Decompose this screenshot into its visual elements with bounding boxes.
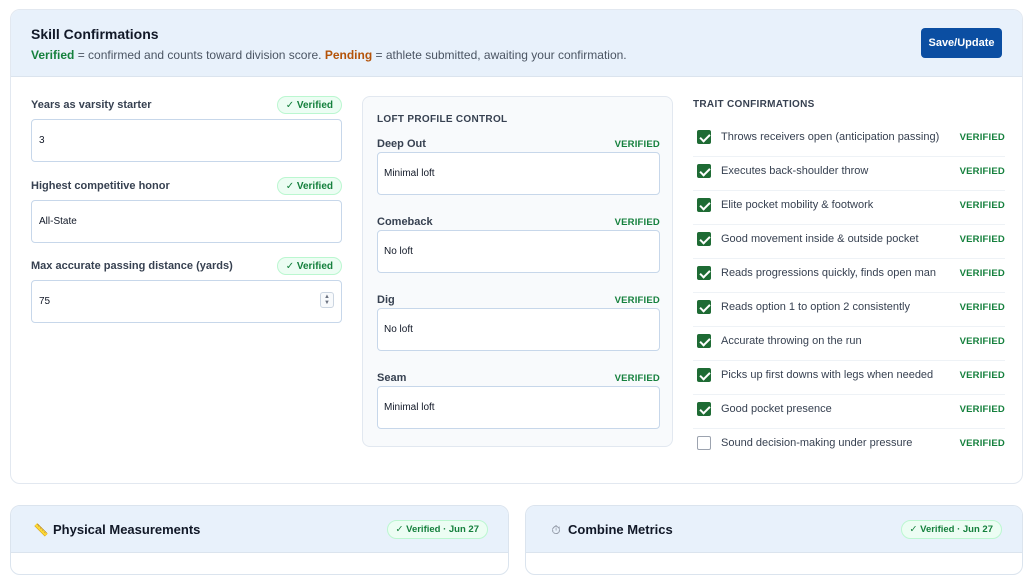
field-label: Highest competitive honor (31, 180, 170, 192)
input-value: No loft (384, 246, 413, 257)
years-starter-input[interactable]: 3 (31, 119, 342, 162)
status-badge: VERIFIED (959, 336, 1005, 347)
legend-pending-text: = athlete submitted, awaiting your confi… (372, 48, 627, 62)
trait-label: Accurate throwing on the run (721, 335, 862, 347)
trait-checkbox[interactable] (697, 232, 711, 246)
deep-out-input[interactable]: Minimal loft (377, 152, 660, 195)
input-value: Minimal loft (384, 168, 435, 179)
trait-row: Picks up first downs with legs when need… (693, 361, 1005, 395)
verified-badge: ✓ Verified · Jun 27 (900, 520, 1002, 539)
loft-label: Comeback (377, 216, 433, 228)
trait-label: Reads option 1 to option 2 consistently (721, 301, 910, 313)
save-update-button[interactable]: Save/Update (921, 28, 1002, 58)
trait-label: Good pocket presence (721, 403, 832, 415)
trait-checkbox[interactable] (697, 300, 711, 314)
trait-checkbox[interactable] (697, 402, 711, 416)
card-header[interactable]: 📏 Physical Measurements ✓ Verified · Jun… (11, 506, 508, 553)
trait-label: Elite pocket mobility & footwork (721, 199, 874, 211)
ruler-icon: 📏 (33, 523, 49, 537)
verified-badge: ✓ Verified (276, 257, 342, 275)
input-value: All-State (39, 216, 77, 227)
seam-input[interactable]: Minimal loft (377, 386, 660, 429)
status-badge: VERIFIED (959, 200, 1005, 211)
trait-row: Executes back-shoulder throw VERIFIED (693, 157, 1005, 191)
legend-pending: Pending (324, 48, 373, 62)
loft-profile-panel: LOFT PROFILE CONTROL Deep Out VERIFIED M… (362, 96, 673, 447)
trait-label: Throws receivers open (anticipation pass… (721, 131, 940, 143)
loft-label: Seam (377, 372, 407, 384)
skill-confirmations-card: Skill Confirmations Verified = confirmed… (10, 9, 1023, 484)
traits-title: TRAIT CONFIRMATIONS (693, 99, 815, 110)
competitive-honor-input[interactable]: All-State (31, 200, 342, 243)
stopwatch-icon: ⏱ (551, 522, 561, 537)
comeback-input[interactable]: No loft (377, 230, 660, 273)
trait-row: Elite pocket mobility & footwork VERIFIED (693, 191, 1005, 225)
status-badge: VERIFIED (614, 217, 660, 228)
status-badge: VERIFIED (614, 373, 660, 384)
status-badge: VERIFIED (959, 404, 1005, 415)
card-title: Combine Metrics (568, 522, 673, 537)
trait-row: Reads progressions quickly, finds open m… (693, 259, 1005, 293)
status-badge: VERIFIED (614, 295, 660, 306)
input-value: Minimal loft (384, 402, 435, 413)
trait-checkbox[interactable] (697, 334, 711, 348)
loft-label: Dig (377, 294, 395, 306)
card-header[interactable]: ⏱ Combine Metrics ✓ Verified · Jun 27 (526, 506, 1022, 553)
status-badge: VERIFIED (959, 234, 1005, 245)
trait-label: Sound decision-making under pressure (721, 437, 913, 449)
status-badge: VERIFIED (959, 302, 1005, 313)
status-badge: VERIFIED (959, 268, 1005, 279)
status-badge: VERIFIED (959, 370, 1005, 381)
trait-label: Good movement inside & outside pocket (721, 233, 919, 245)
verified-badge: ✓ Verified (276, 177, 342, 195)
legend-verified-text: = confirmed and counts toward division s… (74, 48, 325, 62)
trait-row: Good movement inside & outside pocket VER… (693, 225, 1005, 259)
trait-label: Executes back-shoulder throw (721, 165, 869, 177)
verified-badge: ✓ Verified (276, 96, 342, 114)
combine-metrics-card: ⏱ Combine Metrics ✓ Verified · Jun 27 (525, 505, 1023, 575)
trait-label: Picks up first downs with legs when need… (721, 369, 934, 381)
trait-checkbox[interactable] (697, 368, 711, 382)
chevron-down-icon[interactable]: ▼ (324, 300, 330, 306)
status-badge: VERIFIED (959, 438, 1005, 449)
trait-row: Good pocket presence VERIFIED (693, 395, 1005, 429)
status-legend: Verified = confirmed and counts toward d… (31, 48, 627, 62)
input-value: 75 (39, 296, 51, 307)
card-header: Skill Confirmations Verified = confirmed… (11, 10, 1022, 77)
status-badge: VERIFIED (959, 166, 1005, 177)
status-badge: VERIFIED (614, 139, 660, 150)
verified-badge: ✓ Verified · Jun 27 (386, 520, 488, 539)
trait-label: Reads progressions quickly, finds open m… (721, 267, 937, 279)
trait-row: Throws receivers open (anticipation pass… (693, 123, 1005, 157)
page-title: Skill Confirmations (31, 26, 159, 42)
loft-panel-title: LOFT PROFILE CONTROL (377, 114, 508, 125)
trait-checkbox[interactable] (697, 436, 711, 450)
trait-checkbox[interactable] (697, 266, 711, 280)
trait-row: Reads option 1 to option 2 consistently V… (693, 293, 1005, 327)
input-value: No loft (384, 324, 413, 335)
field-label: Years as varsity starter (31, 99, 152, 111)
trait-checkbox[interactable] (697, 164, 711, 178)
dig-input[interactable]: No loft (377, 308, 660, 351)
trait-row: Sound decision-making under pressure VERI… (693, 429, 1005, 463)
trait-checkbox[interactable] (697, 130, 711, 144)
trait-checkbox[interactable] (697, 198, 711, 212)
field-label: Max accurate passing distance (yards) (31, 260, 233, 272)
card-title: Physical Measurements (53, 522, 201, 537)
status-badge: VERIFIED (959, 132, 1005, 143)
legend-verified: Verified (31, 48, 75, 62)
trait-row: Accurate throwing on the run VERIFIED (693, 327, 1005, 361)
input-value: 3 (39, 135, 45, 146)
loft-label: Deep Out (377, 138, 426, 150)
passing-distance-input[interactable]: 75 ▲ ▼ (31, 280, 342, 323)
physical-measurements-card: 📏 Physical Measurements ✓ Verified · Jun… (10, 505, 509, 575)
number-stepper[interactable]: ▲ ▼ (320, 292, 334, 308)
